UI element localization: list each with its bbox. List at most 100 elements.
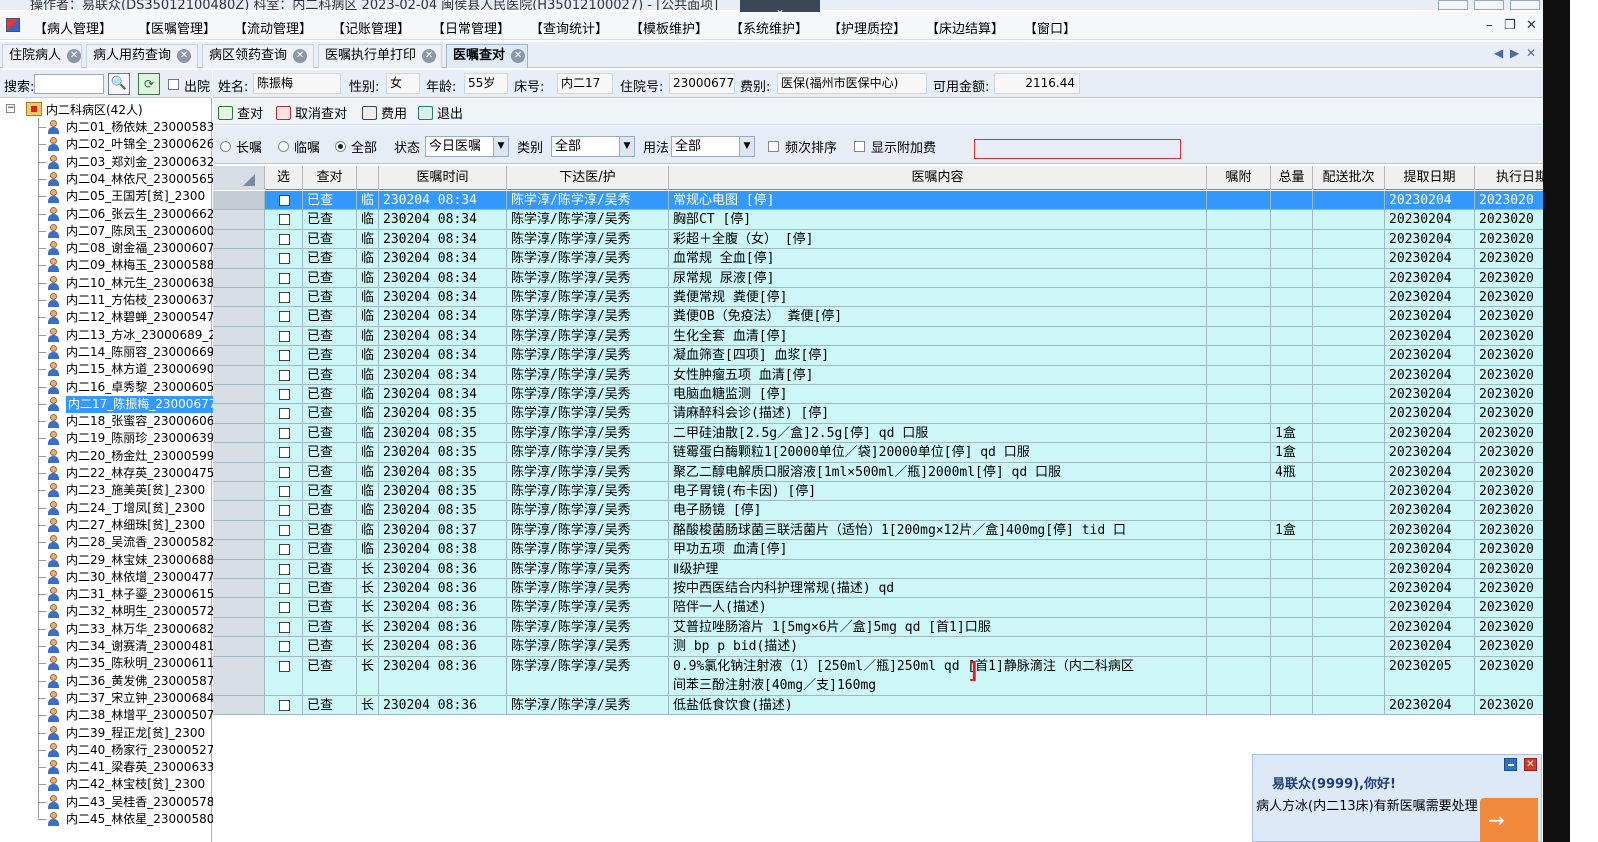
window-restore-button[interactable]: [1474, 0, 1504, 10]
row-header[interactable]: [213, 579, 265, 598]
tree-patient-item[interactable]: 内二27_林细珠[贫]_2300: [66, 517, 205, 534]
check-button[interactable]: 查对: [218, 103, 263, 122]
tree-patient-item[interactable]: 内二18_张蜜容_23000606: [66, 413, 214, 430]
table-row[interactable]: 已查临 230204 08:35 陈学淳/陈学淳/吴秀 请麻醉科会诊(描述) [停] 2…: [213, 404, 1570, 424]
menu-item-9[interactable]: 【床边结算】: [926, 18, 1004, 37]
row-header[interactable]: [213, 482, 265, 501]
tree-patient-item[interactable]: 内二10_林元生_23000638: [66, 275, 214, 292]
row-header[interactable]: [213, 462, 265, 481]
tree-patient-item[interactable]: 内二32_林明生_23000572: [66, 603, 214, 620]
tab-close-icon[interactable]: ✕: [511, 48, 526, 63]
table-row[interactable]: 已查临 230204 08:35 陈学淳/陈学淳/吴秀 电子肠镜 [停] 2023020…: [213, 501, 1570, 521]
column-header[interactable]: 提取日期: [1385, 166, 1475, 190]
tree-patient-item[interactable]: 内二24_丁增凤[贫]_2300: [66, 500, 205, 517]
tree-patient-item[interactable]: 内二06_张云生_23000662: [66, 206, 214, 223]
tree-patient-item[interactable]: 内二19_陈丽珍_23000639: [66, 430, 214, 447]
tree-patient-item[interactable]: 内二38_林增平_23000507: [66, 707, 214, 724]
collapse-icon[interactable]: −: [6, 104, 15, 113]
tree-patient-item[interactable]: 内二22_林存英_23000475: [66, 465, 214, 482]
table-row[interactable]: 已查临 230204 08:34 陈学淳/陈学淳/吴秀 电脑血糖监测 [停] 20230…: [213, 385, 1570, 405]
menu-item-5[interactable]: 【查询统计】: [530, 18, 608, 37]
tree-patient-item[interactable]: 内二03_郑刘金_23000632: [66, 154, 214, 171]
table-row[interactable]: 已查临 230204 08:34 陈学淳/陈学淳/吴秀 凝血筛查[四项] 血浆[停] 2…: [213, 346, 1570, 366]
tab-4[interactable]: 医嘱查对 ✕: [446, 44, 528, 68]
menu-item-10[interactable]: 【窗口】: [1024, 18, 1076, 37]
mdi-close-icon[interactable]: ✕: [1526, 18, 1537, 33]
tree-patient-item[interactable]: 内二29_林宝妹_23000688: [66, 552, 214, 569]
fee-button[interactable]: 费用: [362, 103, 407, 122]
column-header[interactable]: 配送批次: [1313, 166, 1385, 190]
extra-fee-checkbox[interactable]: [854, 141, 865, 152]
tree-patient-item[interactable]: 内二01_杨依妹_23000583: [66, 119, 214, 136]
tree-patient-item[interactable]: 内二12_林碧蝉_23000547: [66, 309, 214, 326]
uncheck-button[interactable]: 取消查对: [276, 103, 347, 122]
row-header[interactable]: [213, 540, 265, 559]
tab-1[interactable]: 病人用药查询 ✕: [86, 44, 198, 68]
exit-button[interactable]: 退出: [418, 103, 463, 122]
tab-close-icon[interactable]: ✕: [293, 48, 308, 63]
row-header[interactable]: [213, 404, 265, 423]
tree-patient-item[interactable]: 内二45_林依星_23000580: [66, 811, 214, 828]
table-row[interactable]: 已查临 230204 08:35 陈学淳/陈学淳/吴秀 二甲硅油散[2.5g／盒]2.…: [213, 423, 1570, 444]
table-row[interactable]: 已查长 230204 08:36 陈学淳/陈学淳/吴秀 Ⅱ级护理 20230204 202…: [213, 559, 1570, 579]
menu-item-2[interactable]: 【流动管理】: [234, 18, 312, 37]
table-row[interactable]: 已查临 230204 08:35 陈学淳/陈学淳/吴秀 电子胃镜(布卡因) [停] 20…: [213, 482, 1570, 502]
tree-patient-item[interactable]: 内二08_谢金福_23000607: [66, 240, 214, 257]
row-header[interactable]: [213, 268, 265, 287]
tree-patient-item[interactable]: 内二40_杨家行_23000527: [66, 742, 214, 759]
tree-patient-item[interactable]: 内二07_陈凤玉_23000600: [66, 223, 214, 240]
menu-item-4[interactable]: 【日常管理】: [432, 18, 510, 37]
row-header[interactable]: [213, 210, 265, 229]
table-row[interactable]: 已查长 230204 08:36 陈学淳/陈学淳/吴秀 0.9%氯化钠注射液（1）[2…: [213, 656, 1570, 696]
table-row[interactable]: 已查长 230204 08:36 陈学淳/陈学淳/吴秀 低盐低食饮食(描述) 20230…: [213, 695, 1570, 715]
tree-patient-item[interactable]: 内二13_方冰_23000689_2: [66, 327, 216, 344]
row-header[interactable]: [213, 637, 265, 656]
column-header[interactable]: 嘱附: [1207, 166, 1271, 190]
table-row[interactable]: 已查长 230204 08:36 陈学淳/陈学淳/吴秀测 bp p bid(描述) 2…: [213, 637, 1570, 657]
tree-patient-item[interactable]: 内二11_方佑枝_23000637: [66, 292, 214, 309]
tree-patient-item[interactable]: 内二35_陈秋明_23000611: [66, 655, 214, 672]
category-select[interactable]: 全部 ▼: [551, 136, 635, 157]
column-header[interactable]: 医嘱时间: [379, 166, 507, 190]
notification-action-button[interactable]: →: [1480, 798, 1538, 842]
freq-sort-checkbox[interactable]: [768, 141, 779, 152]
row-header[interactable]: [213, 191, 265, 210]
tree-patient-item[interactable]: 内二31_林子鎏_23000615: [66, 586, 214, 603]
menu-item-1[interactable]: 【医嘱管理】: [138, 18, 216, 37]
tree-patient-item[interactable]: 内二17_陈振梅_23000677: [66, 395, 219, 413]
table-row[interactable]: 已查临 230204 08:34 陈学淳/陈学淳/吴秀 女性肿瘤五项 血清[停] 202…: [213, 365, 1570, 385]
tree-patient-item[interactable]: 内二15_林方道_23000690: [66, 361, 214, 378]
table-row[interactable]: 已查长 230204 08:36 陈学淳/陈学淳/吴秀 陪伴一人(描述) 2023020…: [213, 598, 1570, 618]
tree-patient-item[interactable]: 内二04_林依尺_23000565: [66, 171, 214, 188]
tree-patient-item[interactable]: 内二16_卓秀黎_23000605: [66, 379, 214, 396]
table-row[interactable]: 已查临 230204 08:35 陈学淳/陈学淳/吴秀 聚乙二醇电解质口服溶液[1ml…: [213, 462, 1570, 482]
table-row[interactable]: 已查临 230204 08:35 陈学淳/陈学淳/吴秀 链霉蛋白酶颗粒1[20000单…: [213, 443, 1570, 463]
table-row[interactable]: 已查临 230204 08:38 陈学淳/陈学淳/吴秀 甲功五项 血清[停] 20230…: [213, 540, 1570, 560]
all-radio[interactable]: [335, 141, 346, 152]
table-row[interactable]: 已查临 230204 08:34 陈学淳/陈学淳/吴秀 粪便OB（免疫法） 粪便[停]…: [213, 307, 1570, 327]
window-close-button[interactable]: [1510, 0, 1540, 10]
row-header[interactable]: [213, 288, 265, 307]
table-row[interactable]: 已查临 230204 08:34 陈学淳/陈学淳/吴秀 粪便常规 粪便[停] 20230…: [213, 288, 1570, 308]
column-header[interactable]: [357, 166, 379, 190]
menu-item-7[interactable]: 【系统维护】: [730, 18, 808, 37]
close-icon[interactable]: ✕: [1524, 758, 1537, 771]
table-row[interactable]: 已查长 230204 08:36 陈学淳/陈学淳/吴秀 艾普拉唑肠溶片 1[5mg×6…: [213, 617, 1570, 638]
refresh-icon[interactable]: ⟳: [138, 73, 160, 95]
menu-item-8[interactable]: 【护理质控】: [828, 18, 906, 37]
row-header[interactable]: [213, 520, 265, 540]
column-header[interactable]: 医嘱内容: [669, 166, 1207, 190]
tree-patient-item[interactable]: 内二33_林万华_23000682: [66, 621, 214, 638]
tree-patient-item[interactable]: 内二02_叶锦全_23000626: [66, 136, 214, 153]
mdi-restore-icon[interactable]: ❐: [1504, 18, 1516, 33]
tree-patient-item[interactable]: 内二23_施美英[贫]_2300: [66, 482, 205, 499]
row-header[interactable]: [213, 443, 265, 462]
row-header[interactable]: [213, 346, 265, 365]
tree-patient-item[interactable]: 内二30_林依增_23000477: [66, 569, 214, 586]
column-header[interactable]: 下达医/护: [507, 166, 669, 190]
tree-root-label[interactable]: 内二科病区(42人): [46, 101, 143, 118]
row-header[interactable]: [213, 365, 265, 384]
tab-close-all-icon[interactable]: ✕: [1526, 46, 1536, 60]
long-term-radio[interactable]: [220, 141, 231, 152]
tree-patient-item[interactable]: 内二36_黄发佛_23000587: [66, 673, 214, 690]
